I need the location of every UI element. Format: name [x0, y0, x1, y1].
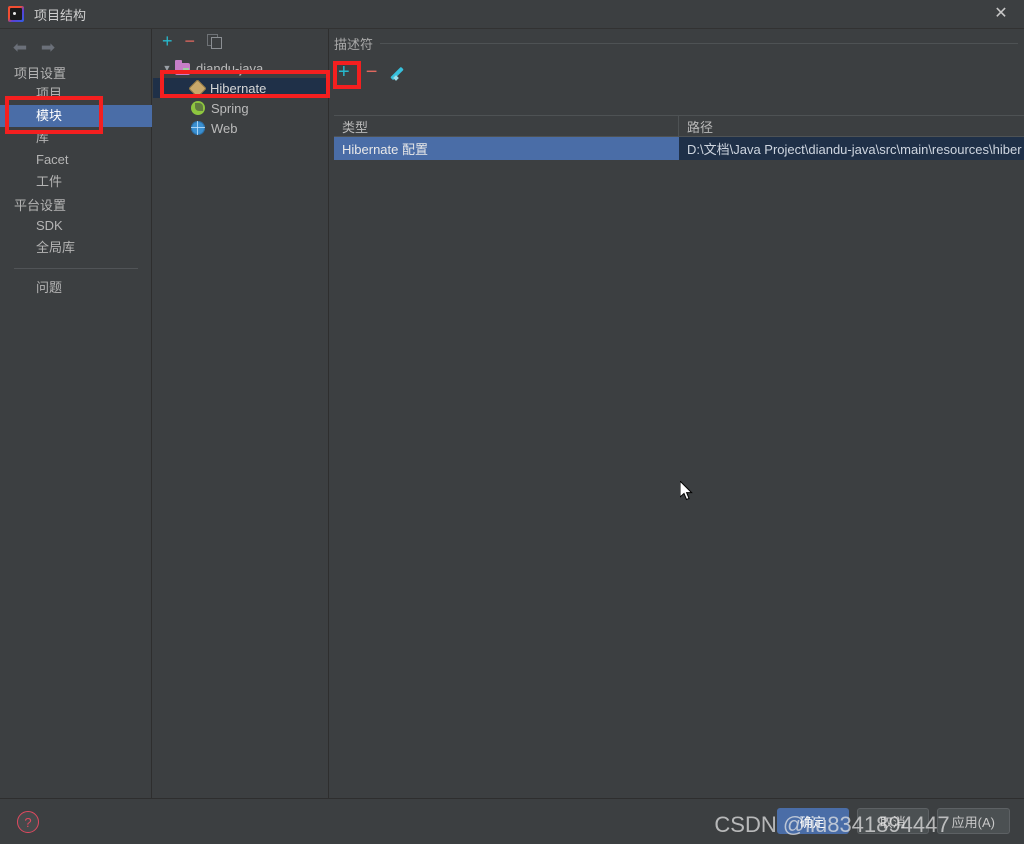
sidebar-item-sdks[interactable]: SDK	[0, 215, 152, 237]
sidebar-nav: ⬅ ➡	[0, 35, 152, 61]
descriptors-section-header: 描述符	[330, 29, 1024, 57]
remove-module-button[interactable]: −	[185, 32, 196, 50]
pencil-icon[interactable]	[393, 64, 409, 80]
chevron-down-icon[interactable]: ▼	[161, 63, 173, 73]
tree-node-label: diandu-java	[196, 60, 264, 76]
add-descriptor-button[interactable]: +	[338, 62, 350, 82]
mouse-cursor	[680, 481, 693, 501]
csdn-watermark: CSDN @liu8341894447	[714, 812, 950, 837]
hibernate-icon	[188, 79, 207, 98]
descriptors-table: 类型 路径 Hibernate 配置 D:\文档\Java Project\di…	[334, 115, 1024, 160]
tree-node-diandu-java[interactable]: ▼ diandu-java	[153, 58, 328, 78]
tree-node-label: Spring	[211, 100, 249, 116]
title-bar: 项目结构 ✕	[0, 0, 1024, 29]
tree-node-hibernate[interactable]: Hibernate	[153, 78, 328, 98]
section-label: 描述符	[334, 36, 374, 52]
copy-icon[interactable]	[207, 34, 223, 49]
sidebar-item-global-libraries[interactable]: 全局库	[0, 237, 152, 259]
cell-path[interactable]: D:\文档\Java Project\diandu-java\src\main\…	[679, 137, 1024, 160]
sidebar-item-problems[interactable]: 问题	[0, 277, 152, 299]
column-header-type[interactable]: 类型	[334, 116, 679, 136]
spring-icon	[191, 101, 205, 115]
add-module-button[interactable]: +	[162, 32, 173, 50]
close-icon[interactable]: ✕	[978, 0, 1024, 28]
arrow-left-icon[interactable]: ⬅	[6, 37, 34, 59]
help-question-icon[interactable]: ?	[17, 811, 39, 833]
cell-type[interactable]: Hibernate 配置	[334, 137, 679, 160]
column-header-path[interactable]: 路径	[679, 116, 1024, 136]
tree-node-spring[interactable]: Spring	[153, 98, 328, 118]
intellij-idea-icon	[8, 6, 24, 22]
web-icon	[191, 121, 205, 135]
window-title: 项目结构	[34, 7, 87, 23]
descriptors-toolbar: + −	[330, 57, 1024, 87]
modules-tree: ▼ diandu-java Hibernate Spring Web	[153, 58, 328, 138]
modules-tree-toolbar: + −	[153, 29, 328, 53]
section-divider	[380, 42, 1018, 44]
sidebar-item-artifacts[interactable]: 工件	[0, 171, 152, 193]
sidebar-item-project[interactable]: 项目	[0, 83, 152, 105]
sidebar-divider	[14, 268, 138, 269]
arrow-right-icon[interactable]: ➡	[34, 37, 62, 59]
project-structure-dialog: 项目结构 ✕ ⬅ ➡ 项目设置 项目 模块 库 Facet 工件 平台设置 SD…	[0, 0, 1024, 844]
sidebar-item-libraries[interactable]: 库	[0, 127, 152, 149]
settings-sidebar: ⬅ ➡ 项目设置 项目 模块 库 Facet 工件 平台设置 SDK 全局库 问…	[0, 29, 152, 798]
sidebar-item-modules[interactable]: 模块	[0, 105, 152, 127]
table-row[interactable]: Hibernate 配置 D:\文档\Java Project\diandu-j…	[334, 137, 1024, 160]
module-folder-icon	[175, 60, 190, 75]
sidebar-item-facets[interactable]: Facet	[0, 149, 152, 171]
modules-tree-panel: + − ▼ diandu-java Hibernate Spring Web	[153, 29, 329, 798]
table-header-row: 类型 路径	[334, 115, 1024, 137]
facet-detail-panel: 描述符 + − 类型 路径 Hibernate 配置 D:\文档\Java Pr…	[330, 29, 1024, 798]
remove-descriptor-button[interactable]: −	[366, 62, 378, 82]
sidebar-group-platform-settings: 平台设置	[14, 198, 67, 213]
sidebar-group-project-settings: 项目设置	[14, 66, 67, 81]
tree-node-label: Web	[211, 120, 238, 136]
tree-node-web[interactable]: Web	[153, 118, 328, 138]
tree-node-label: Hibernate	[210, 80, 267, 96]
